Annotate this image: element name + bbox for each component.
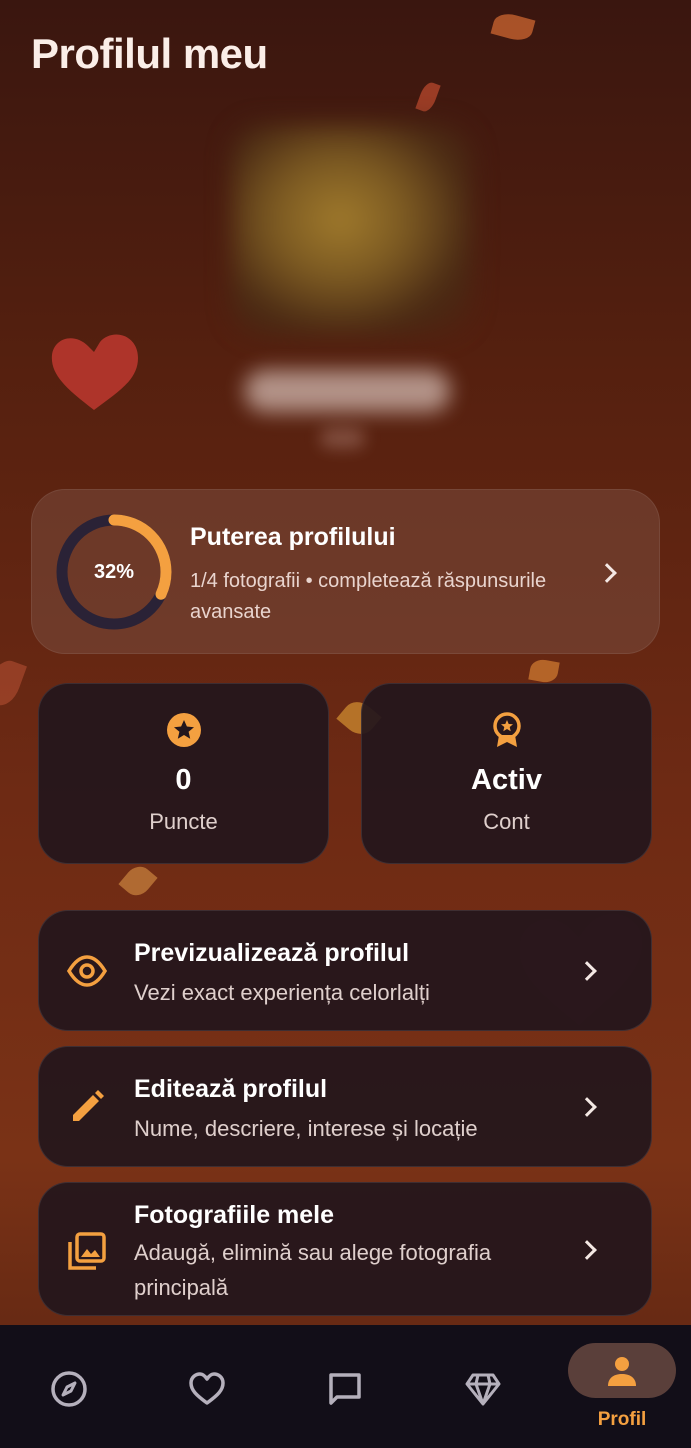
person-icon <box>608 1357 636 1386</box>
diamond-icon <box>465 1373 501 1406</box>
nav-likes[interactable] <box>147 1325 267 1448</box>
chat-icon <box>329 1373 361 1405</box>
compass-icon <box>51 1371 87 1407</box>
strength-title: Puterea profilului <box>190 523 396 551</box>
chevron-right-icon <box>577 1240 597 1260</box>
pencil-icon <box>73 1090 104 1121</box>
account-status-card[interactable]: Activ Cont <box>361 683 652 864</box>
points-value: 0 <box>175 764 192 796</box>
account-status-value: Activ <box>471 764 542 796</box>
nav-profile-label: Profil <box>597 1409 647 1430</box>
profile-name <box>245 370 450 412</box>
chevron-right-icon <box>577 961 597 981</box>
my-photos-item[interactable]: Fotografiile mele Adaugă, elimină sau al… <box>38 1182 652 1316</box>
strength-subtitle: 1/4 fotografii • completează răspunsuril… <box>190 570 547 623</box>
star-badge-icon <box>166 713 201 747</box>
points-label: Puncte <box>149 809 218 834</box>
leaf-decoration <box>528 657 560 685</box>
preview-profile-item[interactable]: Previzualizează profilul Vezi exact expe… <box>38 910 652 1031</box>
profile-photo[interactable] <box>232 125 472 335</box>
preview-profile-title: Previzualizează profilul <box>134 939 410 967</box>
my-photos-title: Fotografiile mele <box>134 1201 335 1229</box>
profile-age <box>320 428 365 448</box>
heart-icon <box>189 1372 225 1405</box>
points-card[interactable]: 0 Puncte <box>38 683 329 864</box>
account-status-label: Cont <box>483 809 530 834</box>
edit-profile-item[interactable]: Editează profilul Nume, descriere, inter… <box>38 1046 652 1167</box>
bottom-navigation: Profil <box>0 1325 691 1448</box>
eye-icon <box>67 955 107 987</box>
preview-profile-subtitle: Vezi exact experiența celorlalți <box>134 980 430 1005</box>
strength-percent: 32% <box>93 560 135 583</box>
page-title: Profilul meu <box>31 30 268 77</box>
nav-messages[interactable] <box>285 1325 405 1448</box>
heart-decoration <box>51 334 138 410</box>
nav-discover[interactable] <box>9 1325 129 1448</box>
award-ribbon-icon <box>492 712 521 747</box>
my-photos-subtitle: Adaugă, elimină sau alege fotografia pri… <box>134 1240 492 1300</box>
leaf-decoration <box>118 861 158 901</box>
nav-premium[interactable] <box>423 1325 543 1448</box>
chevron-right-icon <box>597 563 617 583</box>
leaf-decoration <box>490 10 536 44</box>
edit-profile-title: Editează profilul <box>134 1075 328 1103</box>
profile-strength-card[interactable]: 32% Puterea profilului 1/4 fotografii • … <box>31 489 660 654</box>
edit-profile-subtitle: Nume, descriere, interese și locație <box>134 1116 478 1141</box>
chevron-right-icon <box>577 1097 597 1117</box>
leaf-decoration <box>0 656 27 710</box>
leaf-decoration <box>415 80 441 114</box>
nav-profile[interactable]: Profil <box>562 1325 682 1448</box>
photo-library-icon <box>68 1232 106 1270</box>
